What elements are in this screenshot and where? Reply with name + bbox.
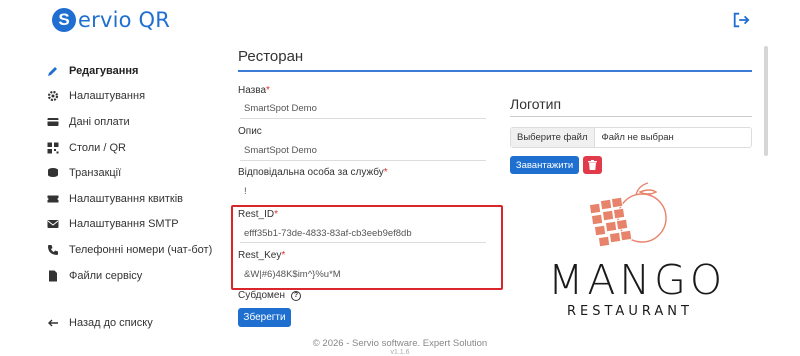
footer-copyright: © 2026 - Servio software. Expert Solutio… bbox=[312, 338, 488, 349]
sidebar-item-edit[interactable]: Редагування bbox=[46, 58, 226, 84]
divider bbox=[240, 118, 486, 119]
mango-logo-text: MANGO bbox=[548, 256, 727, 304]
section-title: Ресторан bbox=[238, 48, 304, 65]
qr-code-icon bbox=[46, 141, 60, 155]
divider bbox=[240, 242, 486, 243]
description-label: Опис bbox=[238, 126, 262, 137]
sidebar-item-transactions[interactable]: Транзакції bbox=[46, 160, 226, 186]
sidebar-item-payment[interactable]: Дані оплати bbox=[46, 109, 226, 135]
back-to-list-label: Назад до списку bbox=[69, 317, 153, 330]
sidebar-item-settings[interactable]: Налаштування bbox=[46, 84, 226, 110]
subdomen-label: Субдомен ? bbox=[238, 290, 301, 301]
file-icon bbox=[46, 269, 60, 283]
sidebar-item-service-files[interactable]: Файли сервісу bbox=[46, 263, 226, 289]
scrollbar[interactable] bbox=[764, 46, 768, 156]
pencil-icon bbox=[46, 64, 60, 78]
sidebar: Редагування Налаштування Дані оплати Сто… bbox=[46, 58, 226, 336]
delete-logo-button[interactable] bbox=[583, 156, 602, 174]
save-button[interactable]: Зберегти bbox=[238, 308, 291, 327]
brand-logo-mark: S bbox=[52, 8, 76, 32]
sidebar-item-smtp[interactable]: Налаштування SMTP bbox=[46, 212, 226, 238]
sidebar-item-label: Налаштування квитків bbox=[69, 192, 184, 205]
coins-icon bbox=[46, 166, 60, 180]
back-to-list-link[interactable]: Назад до списку bbox=[46, 310, 226, 336]
restaurant-logo-text: RESTAURANT bbox=[567, 304, 693, 319]
section-title-underline bbox=[238, 70, 752, 72]
sidebar-item-label: Телефонні номери (чат-бот) bbox=[69, 243, 213, 256]
envelope-icon bbox=[46, 217, 60, 231]
brand-name: ervio QR bbox=[78, 8, 171, 32]
upload-button[interactable]: Завантажити bbox=[510, 156, 579, 174]
ticket-icon bbox=[46, 192, 60, 206]
credit-card-icon bbox=[46, 115, 60, 129]
sidebar-item-label: Файли сервісу bbox=[69, 269, 143, 282]
choose-file-button[interactable]: Выберите файл bbox=[511, 128, 595, 147]
divider bbox=[240, 160, 486, 161]
phone-icon bbox=[46, 243, 60, 257]
sidebar-item-label: Дані оплати bbox=[69, 115, 130, 128]
mango-logo-image bbox=[589, 182, 667, 248]
file-name-text: Файл не выбран bbox=[601, 132, 674, 143]
gear-icon bbox=[46, 89, 60, 103]
brand-logo[interactable]: S ervio QR bbox=[52, 8, 170, 32]
name-input[interactable] bbox=[240, 101, 486, 117]
rest-id-label: Rest_ID* bbox=[238, 209, 279, 220]
logo-section-title: Логотип bbox=[510, 96, 562, 112]
trash-icon bbox=[588, 160, 597, 170]
sidebar-item-label: Налаштування bbox=[69, 90, 146, 103]
footer-version: v1.1.6 bbox=[390, 349, 410, 356]
arrow-left-icon bbox=[46, 316, 60, 330]
logo-title-underline bbox=[510, 116, 752, 117]
rest-id-input[interactable] bbox=[240, 226, 486, 242]
description-input[interactable] bbox=[240, 143, 486, 159]
sidebar-item-label: Налаштування SMTP bbox=[69, 218, 179, 231]
rest-key-label: Rest_Key* bbox=[238, 250, 286, 261]
logo-file-input[interactable]: Выберите файл Файл не выбран bbox=[510, 127, 752, 148]
sidebar-item-ticket-settings[interactable]: Налаштування квитків bbox=[46, 186, 226, 212]
sidebar-item-tables-qr[interactable]: Столи / QR bbox=[46, 135, 226, 161]
name-label: Назва* bbox=[238, 85, 270, 96]
sidebar-item-phone-numbers[interactable]: Телефонні номери (чат-бот) bbox=[46, 237, 226, 263]
responsible-input[interactable] bbox=[240, 184, 486, 200]
logout-icon[interactable] bbox=[732, 11, 750, 29]
rest-key-input[interactable] bbox=[240, 267, 486, 283]
sidebar-item-label: Транзакції bbox=[69, 167, 122, 180]
responsible-label: Відповідальна особа за службу* bbox=[238, 167, 388, 178]
sidebar-item-label: Редагування bbox=[69, 64, 139, 77]
help-icon[interactable]: ? bbox=[290, 290, 301, 301]
sidebar-item-label: Столи / QR bbox=[69, 141, 126, 154]
